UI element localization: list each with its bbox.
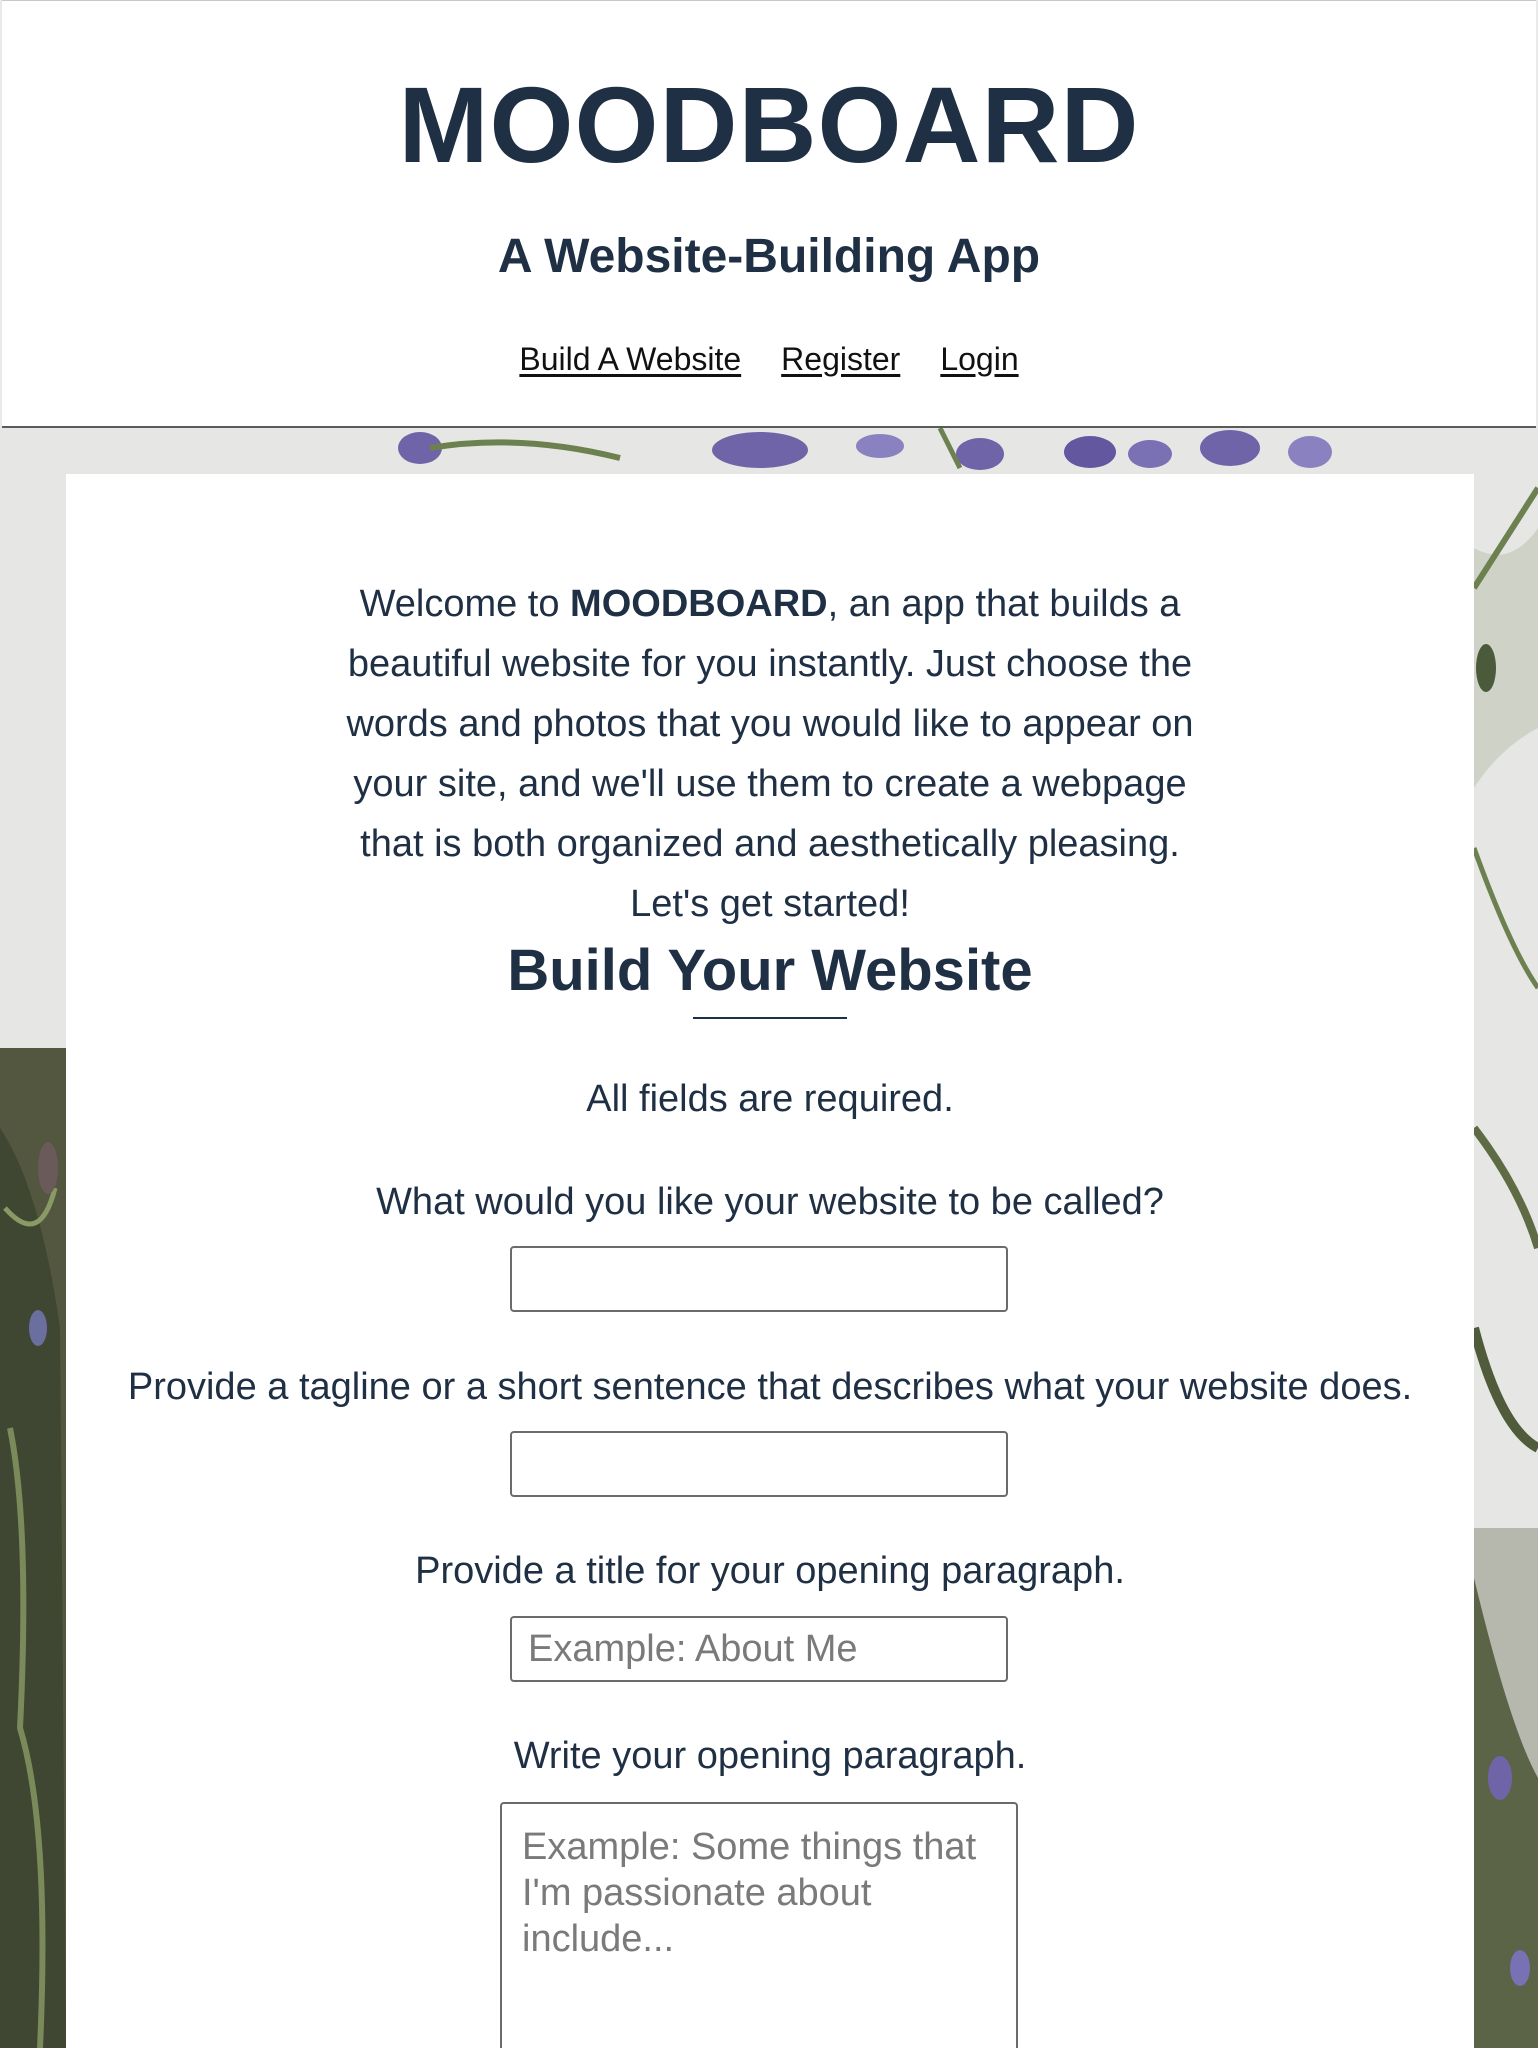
website-name-label: What would you like your website to be c… [376, 1181, 1164, 1223]
tagline-input[interactable] [510, 1431, 1008, 1497]
main-nav: Build A Website Register Login [2, 341, 1536, 378]
website-name-input[interactable] [510, 1246, 1008, 1312]
nav-link-register[interactable]: Register [781, 341, 900, 378]
site-subtitle: A Website-Building App [497, 230, 1041, 283]
paragraph-title-label: Provide a title for your opening paragra… [415, 1550, 1125, 1592]
nav-link-build-a-website[interactable]: Build A Website [519, 341, 741, 378]
intro-suffix: , an app that builds a beautiful website… [346, 583, 1194, 925]
title-divider [693, 1017, 847, 1019]
opening-paragraph-textarea[interactable] [500, 1802, 1018, 2048]
intro-paragraph: Welcome to MOODBOARD, an app that builds… [330, 574, 1210, 934]
intro-prefix: Welcome to [359, 583, 571, 625]
form-title: Build Your Website [507, 938, 1033, 1003]
tagline-label: Provide a tagline or a short sentence th… [127, 1366, 1413, 1408]
main-card: Welcome to MOODBOARD, an app that builds… [66, 474, 1474, 2048]
required-note: All fields are required. [586, 1078, 954, 1120]
site-header: MOODBOARD A Website-Building App Build A… [2, 0, 1536, 428]
site-title: MOODBOARD [398, 64, 1140, 185]
intro-brand: MOODBOARD [570, 583, 828, 625]
paragraph-title-input[interactable] [510, 1616, 1008, 1682]
opening-paragraph-label: Write your opening paragraph. [513, 1735, 1027, 1777]
page: MOODBOARD A Website-Building App Build A… [0, 0, 1538, 2048]
nav-link-login[interactable]: Login [940, 341, 1018, 378]
